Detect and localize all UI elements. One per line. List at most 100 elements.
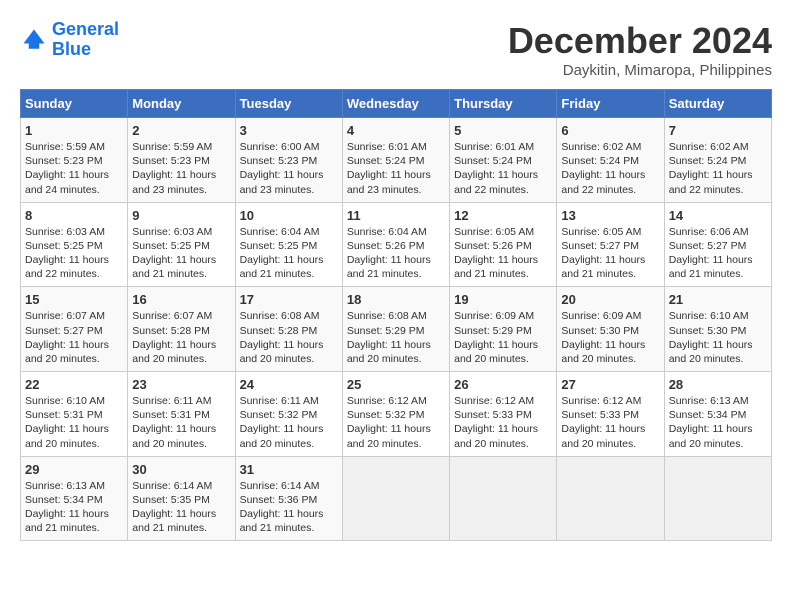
cell-info: Sunrise: 6:14 AM Sunset: 5:35 PM Dayligh… [132,479,230,536]
calendar-cell: 20 Sunrise: 6:09 AM Sunset: 5:30 PM Dayli… [557,287,664,372]
day-number: 3 [240,123,338,138]
day-number: 5 [454,123,552,138]
calendar-cell: 26 Sunrise: 6:12 AM Sunset: 5:33 PM Dayli… [450,372,557,457]
day-number: 1 [25,123,123,138]
calendar-cell [664,456,771,541]
week-row-1: 1 Sunrise: 5:59 AM Sunset: 5:23 PM Daylig… [21,118,772,203]
day-number: 30 [132,462,230,477]
day-number: 4 [347,123,445,138]
calendar-cell: 25Sunrise: 6:12 AM Sunset: 5:32 PM Dayli… [342,372,449,457]
day-number: 22 [25,377,123,392]
day-number: 8 [25,208,123,223]
cell-info: Sunrise: 6:04 AM Sunset: 5:26 PM Dayligh… [347,225,445,282]
cell-info: Sunrise: 6:08 AM Sunset: 5:28 PM Dayligh… [240,309,338,366]
day-number: 20 [561,292,659,307]
cell-info: Sunrise: 6:03 AM Sunset: 5:25 PM Dayligh… [132,225,230,282]
cell-info: Sunrise: 6:01 AM Sunset: 5:24 PM Dayligh… [347,140,445,197]
day-number: 17 [240,292,338,307]
calendar-cell: 6Sunrise: 6:02 AM Sunset: 5:24 PM Daylig… [557,118,664,203]
calendar-cell [557,456,664,541]
calendar-cell [450,456,557,541]
calendar-cell: 4 Sunrise: 6:01 AM Sunset: 5:24 PM Daylig… [342,118,449,203]
day-number: 18 [347,292,445,307]
cell-info: Sunrise: 6:05 AM Sunset: 5:26 PM Dayligh… [454,225,552,282]
location-subtitle: Daykitin, Mimaropa, Philippines [508,62,772,79]
calendar-cell: 5Sunrise: 6:01 AM Sunset: 5:24 PM Daylig… [450,118,557,203]
month-title: December 2024 [508,20,772,62]
calendar-cell: 3 Sunrise: 6:00 AM Sunset: 5:23 PM Daylig… [235,118,342,203]
day-number: 15 [25,292,123,307]
col-header-sunday: Sunday [21,90,128,118]
calendar-cell: 22 Sunrise: 6:10 AM Sunset: 5:31 PM Dayli… [21,372,128,457]
calendar-header: SundayMondayTuesdayWednesdayThursdayFrid… [21,90,772,118]
cell-info: Sunrise: 6:11 AM Sunset: 5:31 PM Dayligh… [132,394,230,451]
day-number: 28 [669,377,767,392]
cell-info: Sunrise: 6:04 AM Sunset: 5:25 PM Dayligh… [240,225,338,282]
cell-info: Sunrise: 6:06 AM Sunset: 5:27 PM Dayligh… [669,225,767,282]
calendar-cell: 16 Sunrise: 6:07 AM Sunset: 5:28 PM Dayli… [128,287,235,372]
cell-info: Sunrise: 6:12 AM Sunset: 5:33 PM Dayligh… [454,394,552,451]
calendar-table: SundayMondayTuesdayWednesdayThursdayFrid… [20,89,772,541]
logo-icon [20,26,48,54]
calendar-cell: 8 Sunrise: 6:03 AM Sunset: 5:25 PM Daylig… [21,202,128,287]
cell-info: Sunrise: 6:14 AM Sunset: 5:36 PM Dayligh… [240,479,338,536]
calendar-cell: 13Sunrise: 6:05 AM Sunset: 5:27 PM Dayli… [557,202,664,287]
calendar-cell: 10 Sunrise: 6:04 AM Sunset: 5:25 PM Dayli… [235,202,342,287]
cell-info: Sunrise: 6:12 AM Sunset: 5:33 PM Dayligh… [561,394,659,451]
day-number: 19 [454,292,552,307]
col-header-saturday: Saturday [664,90,771,118]
cell-info: Sunrise: 6:08 AM Sunset: 5:29 PM Dayligh… [347,309,445,366]
calendar-cell: 21 Sunrise: 6:10 AM Sunset: 5:30 PM Dayli… [664,287,771,372]
calendar-cell: 19 Sunrise: 6:09 AM Sunset: 5:29 PM Dayli… [450,287,557,372]
calendar-cell: 7 Sunrise: 6:02 AM Sunset: 5:24 PM Daylig… [664,118,771,203]
calendar-cell: 27 Sunrise: 6:12 AM Sunset: 5:33 PM Dayli… [557,372,664,457]
calendar-cell: 31 Sunrise: 6:14 AM Sunset: 5:36 PM Dayli… [235,456,342,541]
logo: General Blue [20,20,119,60]
calendar-cell: 15 Sunrise: 6:07 AM Sunset: 5:27 PM Dayli… [21,287,128,372]
day-number: 21 [669,292,767,307]
day-number: 7 [669,123,767,138]
calendar-cell: 11Sunrise: 6:04 AM Sunset: 5:26 PM Dayli… [342,202,449,287]
day-number: 14 [669,208,767,223]
cell-info: Sunrise: 6:02 AM Sunset: 5:24 PM Dayligh… [561,140,659,197]
day-number: 16 [132,292,230,307]
week-row-5: 29 Sunrise: 6:13 AM Sunset: 5:34 PM Dayli… [21,456,772,541]
cell-info: Sunrise: 6:00 AM Sunset: 5:23 PM Dayligh… [240,140,338,197]
day-number: 26 [454,377,552,392]
day-number: 29 [25,462,123,477]
calendar-cell: 12Sunrise: 6:05 AM Sunset: 5:26 PM Dayli… [450,202,557,287]
day-number: 27 [561,377,659,392]
calendar-cell: 24Sunrise: 6:11 AM Sunset: 5:32 PM Dayli… [235,372,342,457]
cell-info: Sunrise: 6:12 AM Sunset: 5:32 PM Dayligh… [347,394,445,451]
cell-info: Sunrise: 6:07 AM Sunset: 5:27 PM Dayligh… [25,309,123,366]
calendar-cell: 23 Sunrise: 6:11 AM Sunset: 5:31 PM Dayli… [128,372,235,457]
week-row-2: 8 Sunrise: 6:03 AM Sunset: 5:25 PM Daylig… [21,202,772,287]
logo-text: General Blue [52,20,119,60]
cell-info: Sunrise: 6:13 AM Sunset: 5:34 PM Dayligh… [669,394,767,451]
cell-info: Sunrise: 5:59 AM Sunset: 5:23 PM Dayligh… [132,140,230,197]
cell-info: Sunrise: 6:09 AM Sunset: 5:30 PM Dayligh… [561,309,659,366]
cell-info: Sunrise: 6:02 AM Sunset: 5:24 PM Dayligh… [669,140,767,197]
calendar-cell [342,456,449,541]
cell-info: Sunrise: 6:10 AM Sunset: 5:30 PM Dayligh… [669,309,767,366]
cell-info: Sunrise: 5:59 AM Sunset: 5:23 PM Dayligh… [25,140,123,197]
calendar-cell: 14 Sunrise: 6:06 AM Sunset: 5:27 PM Dayli… [664,202,771,287]
calendar-cell: 29 Sunrise: 6:13 AM Sunset: 5:34 PM Dayli… [21,456,128,541]
calendar-cell: 17 Sunrise: 6:08 AM Sunset: 5:28 PM Dayli… [235,287,342,372]
cell-info: Sunrise: 6:10 AM Sunset: 5:31 PM Dayligh… [25,394,123,451]
cell-info: Sunrise: 6:05 AM Sunset: 5:27 PM Dayligh… [561,225,659,282]
col-header-friday: Friday [557,90,664,118]
cell-info: Sunrise: 6:07 AM Sunset: 5:28 PM Dayligh… [132,309,230,366]
cell-info: Sunrise: 6:03 AM Sunset: 5:25 PM Dayligh… [25,225,123,282]
day-number: 9 [132,208,230,223]
day-number: 23 [132,377,230,392]
day-number: 2 [132,123,230,138]
calendar-cell: 30 Sunrise: 6:14 AM Sunset: 5:35 PM Dayli… [128,456,235,541]
calendar-cell: 2 Sunrise: 5:59 AM Sunset: 5:23 PM Daylig… [128,118,235,203]
day-number: 31 [240,462,338,477]
day-number: 10 [240,208,338,223]
cell-info: Sunrise: 6:13 AM Sunset: 5:34 PM Dayligh… [25,479,123,536]
cell-info: Sunrise: 6:09 AM Sunset: 5:29 PM Dayligh… [454,309,552,366]
week-row-3: 15 Sunrise: 6:07 AM Sunset: 5:27 PM Dayli… [21,287,772,372]
col-header-wednesday: Wednesday [342,90,449,118]
